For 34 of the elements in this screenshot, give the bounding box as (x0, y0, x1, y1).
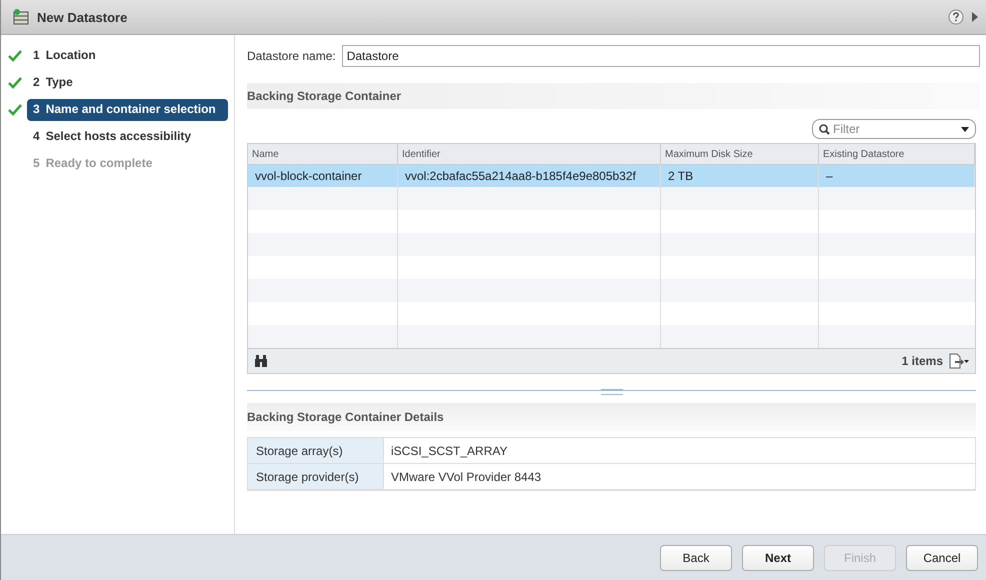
help-icon[interactable] (948, 9, 964, 25)
binoculars-icon[interactable] (254, 355, 268, 367)
column-header[interactable]: Existing Datastore (819, 144, 975, 165)
expand-icon[interactable] (972, 12, 978, 22)
property-label: Storage array(s) (248, 438, 384, 464)
wizard-step[interactable]: 1 Location (27, 45, 228, 67)
section-header: Backing Storage Container (247, 83, 980, 109)
search-icon (819, 124, 830, 135)
wizard-step[interactable]: 4 Select hosts accessibility (27, 126, 228, 148)
column-header[interactable]: Identifier (398, 144, 661, 165)
wizard-step[interactable]: 3 Name and container selection (27, 99, 228, 121)
wizard-button[interactable]: Next (742, 544, 814, 570)
property-value: VMware VVol Provider 8443 (384, 464, 975, 490)
wizard-button[interactable]: Back (660, 544, 732, 570)
caret-icon (961, 127, 969, 132)
property-label: Storage provider(s) (248, 464, 384, 490)
export-icon[interactable] (949, 353, 969, 369)
section-header: Backing Storage Container Details (247, 403, 976, 431)
table-cell: vvol:2cbafac55a214aa8-b185f4e9e805b32f (398, 165, 661, 187)
wizard-step[interactable]: 2 Type (27, 72, 228, 94)
field-label: Datastore name: (247, 49, 336, 63)
table-cell: 2 TB (661, 165, 819, 187)
property-value: iSCSI_SCST_ARRAY (384, 438, 975, 464)
column-header[interactable]: Maximum Disk Size (661, 144, 819, 165)
table-cell: vvol-block-container (248, 165, 398, 187)
datastore-name-field[interactable]: Datastore (342, 45, 980, 67)
table-cell: – (819, 165, 975, 187)
window-title: New Datastore (37, 10, 128, 24)
splitter-handle[interactable] (600, 389, 622, 395)
column-header[interactable]: Name (248, 144, 398, 165)
datastore-icon (13, 9, 29, 25)
filter-field[interactable]: Filter (812, 119, 976, 139)
wizard-button[interactable]: Cancel (906, 544, 978, 570)
item-count: 1 items (902, 354, 943, 368)
